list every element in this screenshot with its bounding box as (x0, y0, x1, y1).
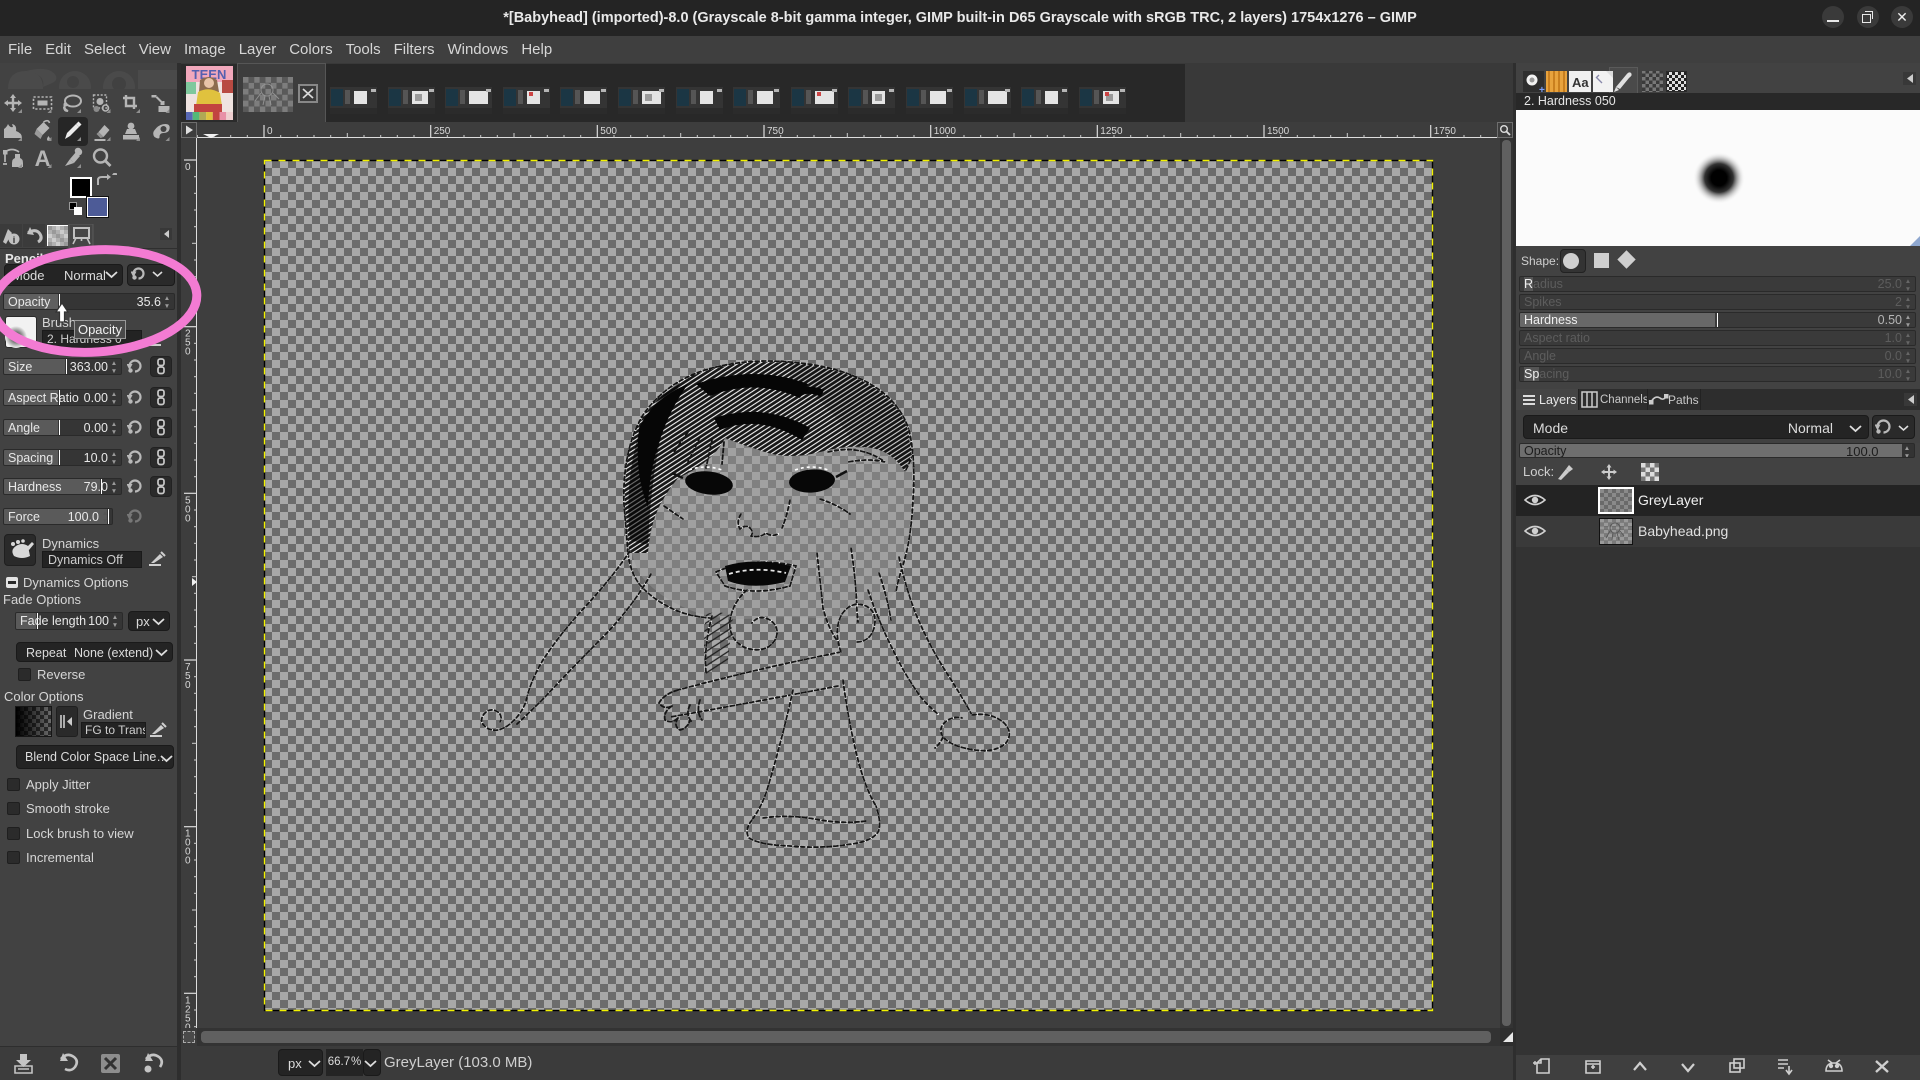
svg-text:0: 0 (185, 162, 191, 173)
svg-text:500: 500 (600, 126, 617, 137)
svg-text:750: 750 (767, 126, 784, 137)
svg-text:0: 0 (185, 680, 191, 691)
svg-text:1000: 1000 (934, 126, 957, 137)
svg-text:1500: 1500 (1267, 126, 1290, 137)
svg-text:1250: 1250 (1100, 126, 1123, 137)
svg-text:Aa: Aa (1572, 75, 1589, 90)
svg-text:0: 0 (185, 856, 191, 867)
svg-text:A: A (35, 146, 51, 171)
svg-text:250: 250 (434, 126, 451, 137)
svg-text:0: 0 (185, 513, 191, 524)
svg-text:1750: 1750 (1434, 126, 1457, 137)
svg-text:0: 0 (267, 126, 273, 137)
